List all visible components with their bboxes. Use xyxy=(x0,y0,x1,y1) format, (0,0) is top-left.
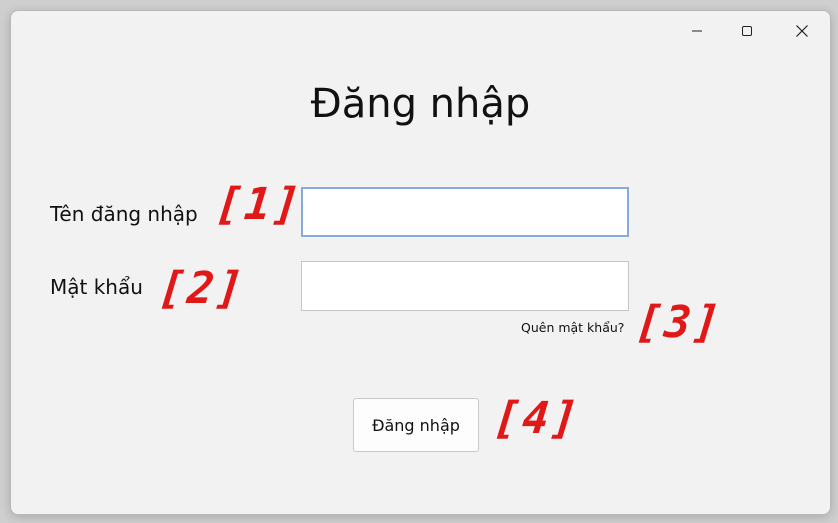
username-input[interactable] xyxy=(301,187,629,237)
annotation-marker-1: [1] xyxy=(213,179,305,230)
minimize-icon xyxy=(692,30,702,32)
annotation-marker-2: [2] xyxy=(156,263,248,314)
password-input[interactable] xyxy=(301,261,629,311)
username-label: Tên đăng nhập xyxy=(50,202,198,226)
annotation-marker-3: [3] xyxy=(633,297,725,348)
forgot-password-link[interactable]: Quên mật khẩu? xyxy=(521,320,624,335)
login-window: Đăng nhập Tên đăng nhập Mật khẩu Quên mậ… xyxy=(10,10,831,515)
maximize-button[interactable] xyxy=(724,11,770,51)
close-icon xyxy=(796,25,808,37)
close-button[interactable] xyxy=(779,11,825,51)
page-title: Đăng nhập xyxy=(310,81,531,127)
annotation-marker-4: [4] xyxy=(491,393,583,444)
password-label: Mật khẩu xyxy=(50,275,143,299)
title-bar xyxy=(11,11,830,51)
login-button[interactable]: Đăng nhập xyxy=(353,398,479,452)
minimize-button[interactable] xyxy=(674,11,720,51)
maximize-icon xyxy=(742,26,752,36)
